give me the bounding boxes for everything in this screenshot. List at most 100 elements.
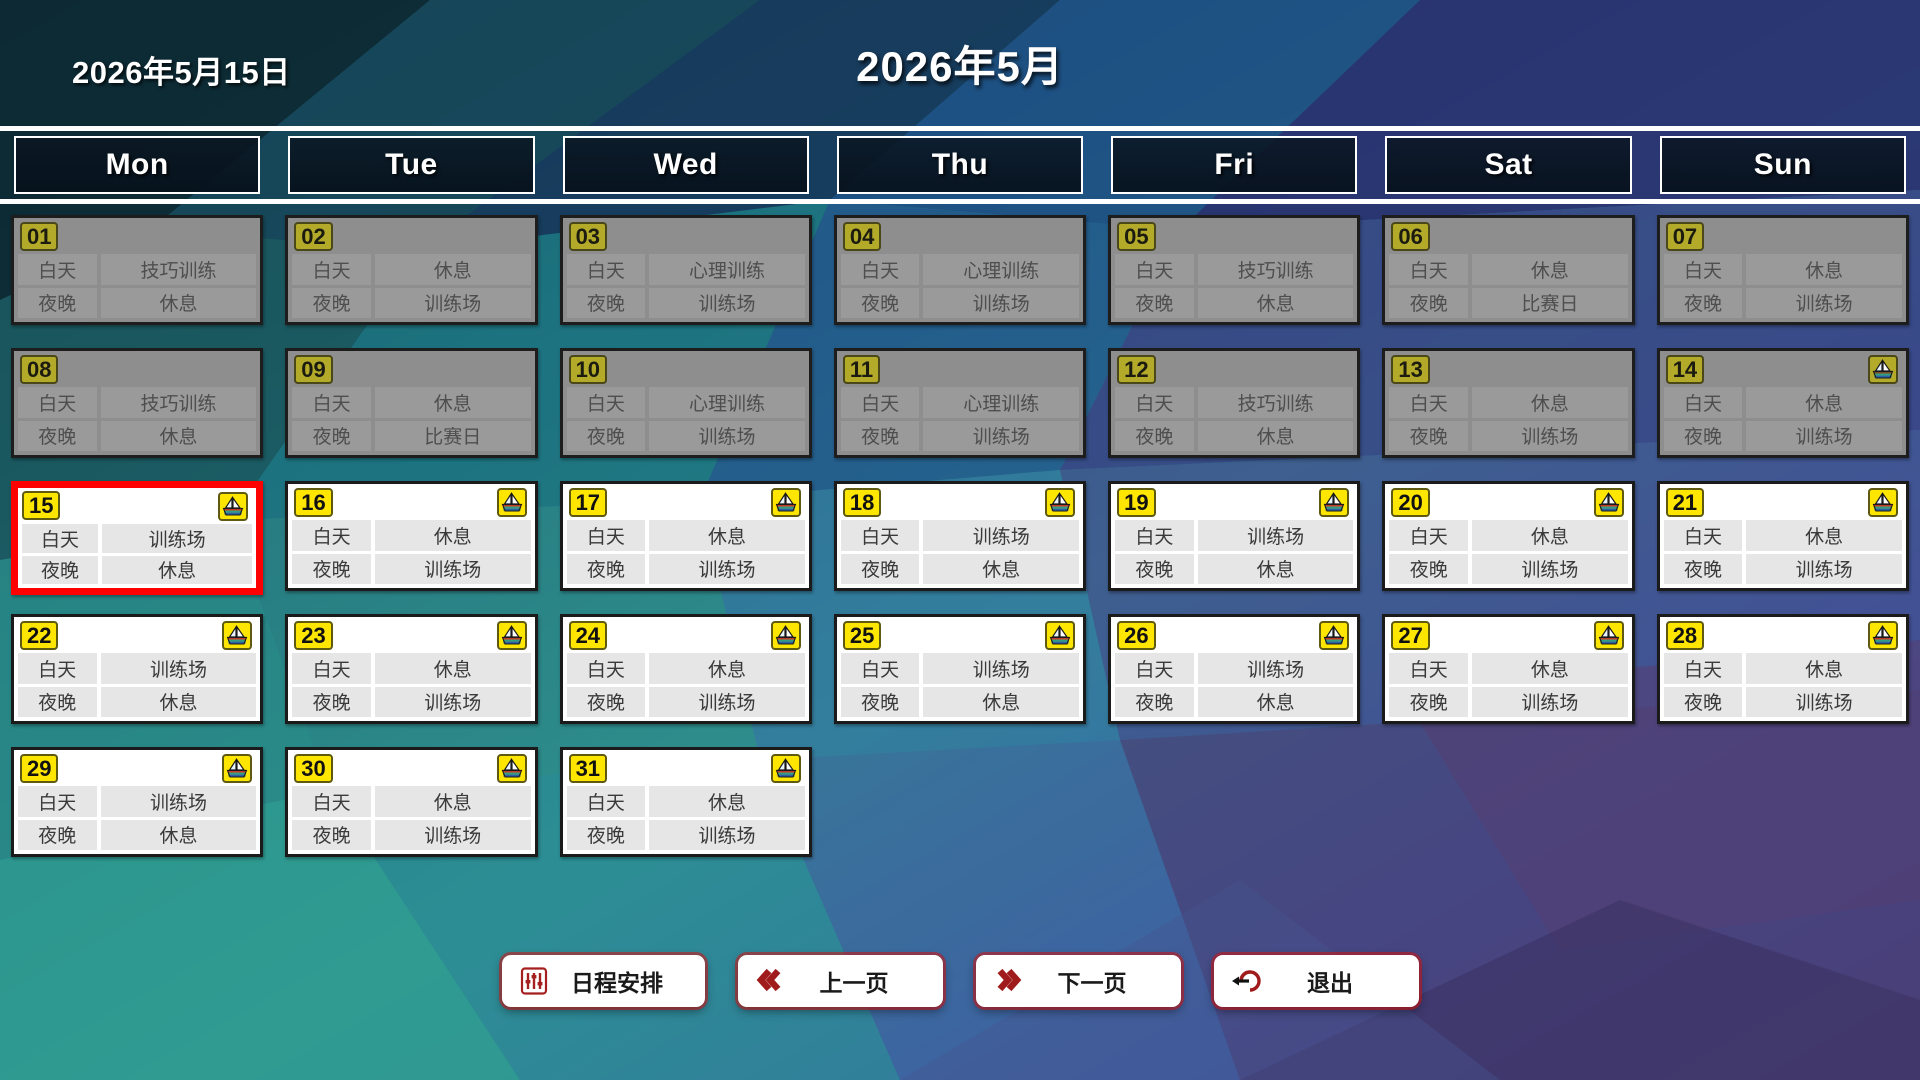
daytime-row-label: 白天 [1664,653,1743,684]
day-cell-rows: 白天技巧训练夜晚休息 [1111,254,1357,322]
daytime-row: 白天休息 [567,520,805,551]
day-cell[interactable]: 26白天训练场夜晚休息 [1108,614,1360,724]
day-cell[interactable]: 05白天技巧训练夜晚休息 [1108,215,1360,325]
daytime-row: 白天技巧训练 [18,387,256,418]
calendar-slot: 25白天训练场夜晚休息 [823,614,1097,747]
day-number-badge: 30 [294,754,332,783]
night-row: 夜晚训练场 [567,820,805,851]
next-button[interactable]: 下一页 [976,955,1181,1007]
day-cell-header: 29 [14,750,260,786]
night-row: 夜晚训练场 [841,421,1079,452]
night-row-label: 夜晚 [841,421,920,452]
day-cell[interactable]: 07白天休息夜晚训练场 [1657,215,1909,325]
day-number-badge: 19 [1117,488,1155,517]
calendar-slot: 13白天休息夜晚训练场 [1371,348,1645,481]
day-cell[interactable]: 11白天心理训练夜晚训练场 [834,348,1086,458]
night-row-label: 夜晚 [567,820,646,851]
night-row-label: 夜晚 [22,556,98,585]
night-row: 夜晚休息 [22,556,252,585]
day-cell[interactable]: 25白天训练场夜晚休息 [834,614,1086,724]
calendar-slot: 24白天休息夜晚训练场 [549,614,823,747]
daytime-row: 白天技巧训练 [1115,254,1353,285]
day-cell[interactable]: 19白天训练场夜晚休息 [1108,481,1360,591]
day-cell[interactable]: 04白天心理训练夜晚训练场 [834,215,1086,325]
sliders-icon [514,961,554,1001]
daytime-activity-value: 休息 [649,786,805,817]
night-row-label: 夜晚 [1389,687,1468,718]
day-cell-selected[interactable]: 15白天训练场夜晚休息 [11,481,263,595]
weekday-header: MonTueWedThuFriSatSun [0,126,1920,204]
weekday-header-cell-3: Wed [549,131,823,199]
day-cell[interactable]: 22白天训练场夜晚休息 [11,614,263,724]
night-row-label: 夜晚 [1389,554,1468,585]
daytime-row-label: 白天 [292,653,371,684]
daytime-row: 白天休息 [1389,387,1627,418]
weekday-label: Wed [654,148,718,182]
day-cell[interactable]: 30白天休息夜晚训练场 [285,747,537,857]
daytime-activity-value: 休息 [1746,254,1902,285]
schedule-button[interactable]: 日程安排 [502,955,705,1007]
daytime-activity-value: 休息 [1746,387,1902,418]
daytime-row-label: 白天 [567,786,646,817]
day-cell[interactable]: 16白天休息夜晚训练场 [285,481,537,591]
day-cell[interactable]: 06白天休息夜晚比赛日 [1382,215,1634,325]
night-row-label: 夜晚 [1664,288,1743,319]
day-cell[interactable]: 24白天休息夜晚训练场 [560,614,812,724]
daytime-row-label: 白天 [1389,387,1468,418]
day-cell-header: 01 [14,218,260,254]
day-cell[interactable]: 12白天技巧训练夜晚休息 [1108,348,1360,458]
night-row-label: 夜晚 [292,687,371,718]
night-row-label: 夜晚 [1664,687,1743,718]
night-activity-value: 训练场 [1746,421,1902,452]
day-cell-rows: 白天休息夜晚训练场 [563,520,809,588]
night-row: 夜晚休息 [18,687,256,718]
daytime-row: 白天心理训练 [567,387,805,418]
day-cell[interactable]: 17白天休息夜晚训练场 [560,481,812,591]
night-row-label: 夜晚 [841,554,920,585]
night-row: 夜晚休息 [841,554,1079,585]
daytime-row-label: 白天 [567,254,646,285]
weekday-header-cell-2: Tue [274,131,548,199]
day-cell[interactable]: 08白天技巧训练夜晚休息 [11,348,263,458]
day-cell[interactable]: 21白天休息夜晚训练场 [1657,481,1909,591]
day-cell-rows: 白天休息夜晚训练场 [1385,387,1631,455]
day-cell[interactable]: 29白天训练场夜晚休息 [11,747,263,857]
calendar-slot: 14白天休息夜晚训练场 [1646,348,1920,481]
day-cell[interactable]: 23白天休息夜晚训练场 [285,614,537,724]
night-activity-value: 比赛日 [1472,288,1628,319]
daytime-activity-value: 训练场 [102,524,252,553]
day-number-badge: 07 [1666,222,1704,251]
sailboat-icon [222,621,252,650]
night-activity-value: 休息 [101,421,257,452]
sailboat-icon [1319,488,1349,517]
night-row: 夜晚训练场 [567,554,805,585]
daytime-activity-value: 心理训练 [923,254,1079,285]
day-cell[interactable]: 09白天休息夜晚比赛日 [285,348,537,458]
day-cell[interactable]: 27白天休息夜晚训练场 [1382,614,1634,724]
day-cell-rows: 白天休息夜晚训练场 [1660,653,1906,721]
day-cell[interactable]: 14白天休息夜晚训练场 [1657,348,1909,458]
day-cell[interactable]: 28白天休息夜晚训练场 [1657,614,1909,724]
sailboat-icon [1594,621,1624,650]
day-cell[interactable]: 20白天休息夜晚训练场 [1382,481,1634,591]
daytime-row: 白天休息 [1389,653,1627,684]
daytime-row: 白天休息 [1664,653,1902,684]
weekday-box: Fri [1111,136,1357,194]
day-cell[interactable]: 10白天心理训练夜晚训练场 [560,348,812,458]
day-cell[interactable]: 03白天心理训练夜晚训练场 [560,215,812,325]
exit-button[interactable]: 退出 [1214,955,1419,1007]
day-cell[interactable]: 02白天休息夜晚训练场 [285,215,537,325]
prev-button-label: 上一页 [790,964,933,998]
day-cell[interactable]: 31白天休息夜晚训练场 [560,747,812,857]
day-cell[interactable]: 13白天休息夜晚训练场 [1382,348,1634,458]
day-cell[interactable]: 01白天技巧训练夜晚休息 [11,215,263,325]
calendar-grid: 01白天技巧训练夜晚休息02白天休息夜晚训练场03白天心理训练夜晚训练场04白天… [0,215,1920,880]
calendar-slot: 11白天心理训练夜晚训练场 [823,348,1097,481]
daytime-row-label: 白天 [1664,254,1743,285]
day-cell[interactable]: 18白天训练场夜晚休息 [834,481,1086,591]
night-row: 夜晚训练场 [292,820,530,851]
sailboat-icon [1045,621,1075,650]
night-row: 夜晚训练场 [1389,687,1627,718]
daytime-row-label: 白天 [292,387,371,418]
prev-button[interactable]: 上一页 [738,955,943,1007]
